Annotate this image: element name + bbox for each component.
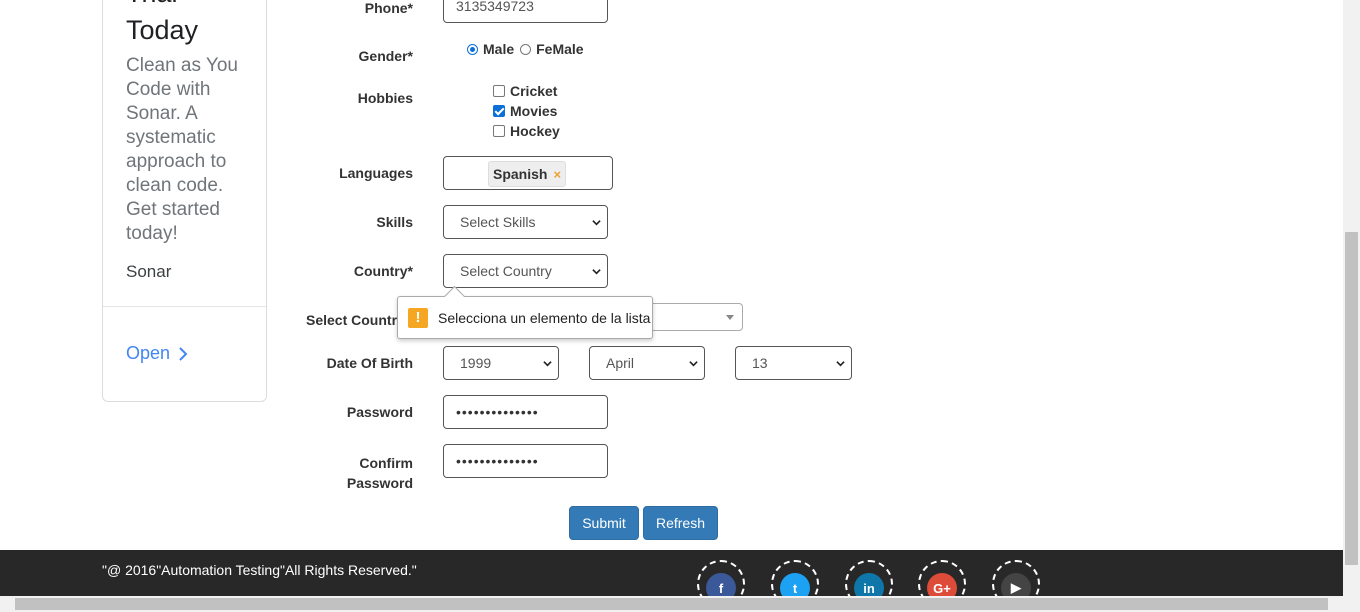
language-tag-label: Spanish — [493, 166, 548, 182]
ad-open-link[interactable]: Open — [126, 343, 188, 364]
gender-label: Gender* — [358, 48, 413, 64]
phone-input[interactable]: 3135349723 — [443, 0, 608, 23]
select-country-dropdown[interactable] — [640, 303, 743, 331]
chevron-down-icon — [689, 360, 698, 366]
remove-tag-icon[interactable]: × — [553, 167, 561, 182]
ad-title-line1: Trial — [126, 0, 178, 10]
country-value: Select Country — [460, 263, 552, 279]
hobby-cricket[interactable]: Cricket — [493, 81, 560, 101]
confirm-password-label-line1: Confirm — [359, 455, 413, 471]
confirm-password-label-line2: Password — [346, 475, 413, 491]
horizontal-scrollbar[interactable] — [0, 596, 1360, 612]
gender-male-label: Male — [483, 41, 515, 57]
vertical-scrollbar-thumb[interactable] — [1345, 232, 1358, 565]
skills-label: Skills — [376, 214, 413, 230]
phone-value: 3135349723 — [456, 0, 534, 14]
checkbox-cricket[interactable] — [493, 85, 505, 97]
confirm-password-value: •••••••••••••• — [456, 453, 539, 469]
validation-tooltip: ! Selecciona un elemento de la lista — [397, 296, 653, 339]
gender-radio-group: Male FeMale — [467, 39, 584, 59]
language-tag[interactable]: Spanish × — [488, 161, 567, 187]
dropdown-arrow-icon — [726, 315, 734, 320]
radio-female[interactable] — [520, 43, 532, 55]
chevron-down-icon — [592, 219, 601, 225]
warning-icon: ! — [408, 307, 428, 328]
dob-month-select[interactable]: April — [589, 346, 705, 380]
skills-value: Select Skills — [460, 214, 536, 230]
dob-day-select[interactable]: 13 — [735, 346, 852, 380]
hobby-cricket-label: Cricket — [510, 83, 558, 99]
ad-divider — [103, 306, 266, 307]
dob-year-select[interactable]: 1999 — [443, 346, 559, 380]
chevron-down-icon — [592, 268, 601, 274]
gender-female-label: FeMale — [536, 41, 584, 57]
checkbox-movies[interactable] — [493, 105, 505, 117]
tooltip-text: Selecciona un elemento de la lista — [438, 309, 651, 326]
dob-year-value: 1999 — [460, 355, 492, 371]
checkbox-hockey[interactable] — [493, 125, 505, 137]
hobby-hockey[interactable]: Hockey — [493, 121, 560, 141]
hobbies-checkbox-group: Cricket Movies Hockey — [493, 81, 560, 141]
password-value: •••••••••••••• — [456, 404, 539, 420]
dob-day-value: 13 — [752, 355, 768, 371]
phone-label: Phone* — [364, 0, 413, 16]
submit-button[interactable]: Submit — [569, 506, 639, 540]
select-country-label: Select Country — [306, 312, 405, 328]
vertical-scrollbar[interactable] — [1343, 0, 1360, 596]
footer-copyright: "@ 2016"Automation Testing"All Rights Re… — [102, 562, 417, 578]
dob-month-value: April — [606, 355, 635, 371]
ad-brand: Sonar — [126, 262, 172, 281]
hobby-movies[interactable]: Movies — [493, 101, 560, 121]
country-label: Country* — [320, 263, 413, 279]
hobbies-label: Hobbies — [357, 90, 413, 106]
footer: "@ 2016"Automation Testing"All Rights Re… — [0, 550, 1343, 608]
dob-label: Date Of Birth — [326, 355, 413, 371]
confirm-password-label: Confirm Password — [320, 453, 413, 493]
chevron-down-icon — [836, 360, 845, 366]
password-input[interactable]: •••••••••••••• — [443, 395, 608, 429]
radio-male[interactable] — [467, 43, 478, 55]
horizontal-scrollbar-thumb[interactable] — [15, 598, 1328, 610]
confirm-password-input[interactable]: •••••••••••••• — [443, 444, 608, 478]
country-label-text: Country* — [353, 263, 413, 279]
ad-body: Clean as You Code with Sonar. A systemat… — [126, 55, 238, 244]
gender-option-male[interactable]: Male — [467, 39, 514, 59]
gender-option-female[interactable]: FeMale — [520, 39, 584, 59]
password-label: Password — [346, 404, 413, 420]
ad-open-label: Open — [126, 343, 171, 363]
ad-title-line2: Today — [126, 15, 199, 45]
hobby-movies-label: Movies — [510, 103, 558, 119]
skills-select[interactable]: Select Skills — [443, 205, 608, 239]
hobby-hockey-label: Hockey — [510, 123, 560, 139]
country-select[interactable]: Select Country — [443, 254, 608, 288]
ad-card: Trial Today Clean as You Code with Sonar… — [102, 0, 267, 402]
languages-label: Languages — [339, 165, 413, 181]
chevron-down-icon — [543, 360, 552, 366]
chevron-right-icon — [179, 346, 188, 361]
refresh-button[interactable]: Refresh — [643, 506, 718, 540]
